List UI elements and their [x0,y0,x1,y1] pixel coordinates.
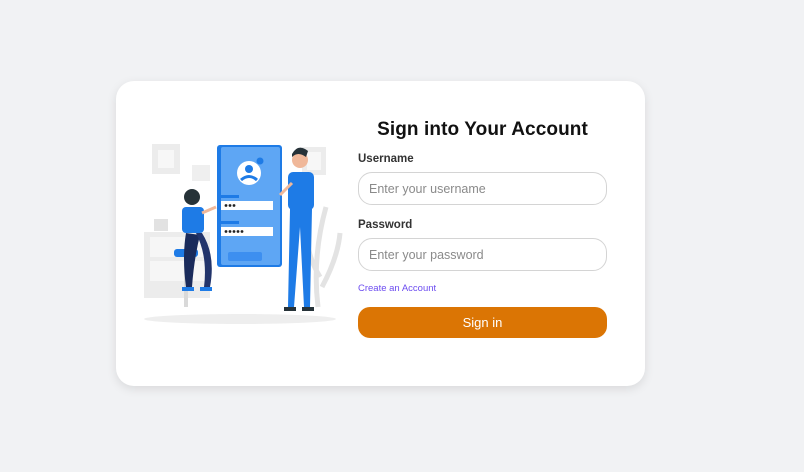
page-title: Sign into Your Account [377,119,588,140]
create-account-link[interactable]: Create an Account [358,283,436,294]
login-illustration [144,144,343,324]
login-form: Sign into Your Account Username Password… [358,119,607,338]
sign-in-button[interactable]: Sign in [358,307,607,338]
username-input[interactable] [358,172,607,205]
username-label: Username [358,153,414,165]
login-card: Sign into Your Account Username Password… [116,81,645,386]
password-label: Password [358,219,413,231]
password-input[interactable] [358,238,607,271]
